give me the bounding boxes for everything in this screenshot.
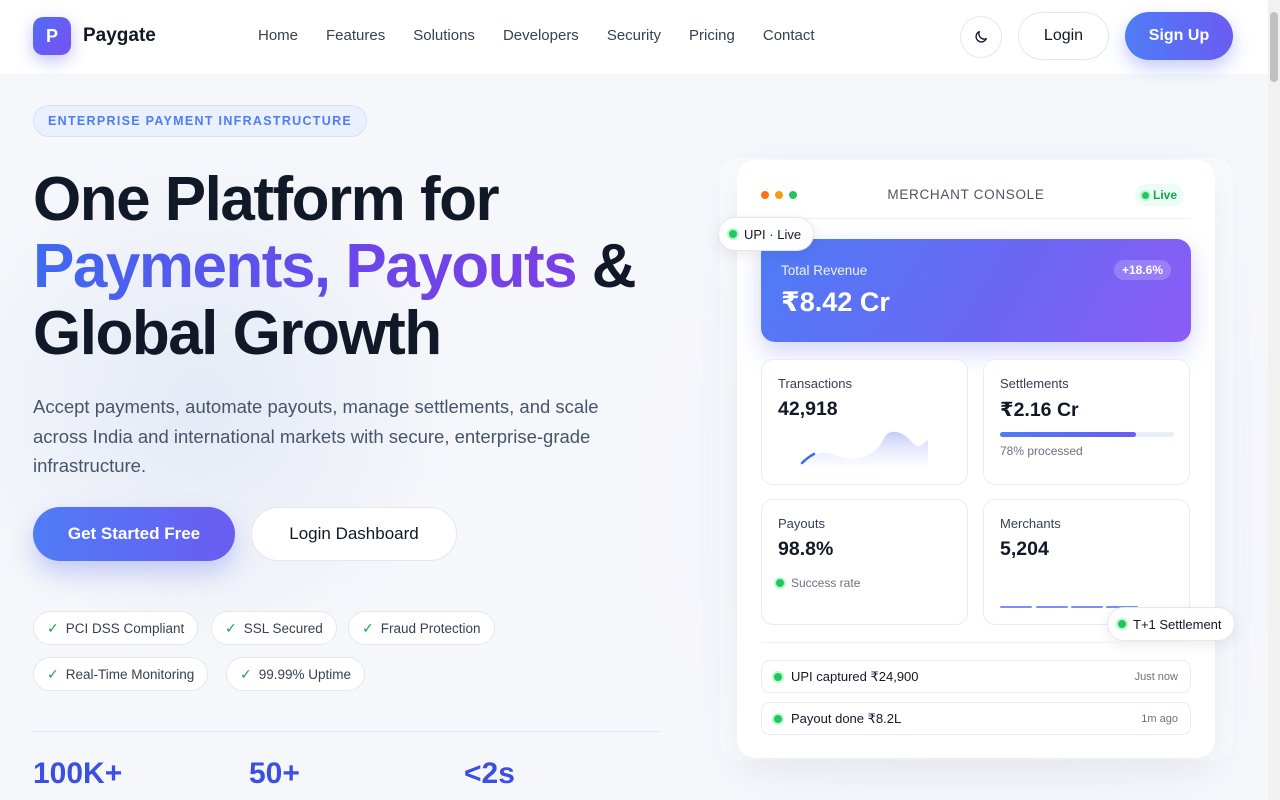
stat-speed: <2s bbox=[464, 757, 515, 790]
scrollbar-thumb[interactable] bbox=[1270, 12, 1278, 82]
moon-icon bbox=[975, 31, 987, 43]
nav-link-contact[interactable]: Contact bbox=[763, 27, 815, 44]
badge-ssl: ✓ SSL Secured bbox=[211, 611, 337, 645]
total-revenue-card: Total Revenue ₹8.42 Cr +18.6% bbox=[761, 239, 1191, 342]
success-dot-icon bbox=[776, 579, 784, 587]
settlements-progress-fill bbox=[1000, 432, 1136, 437]
badge-label: Fraud Protection bbox=[380, 620, 481, 636]
settlements-label: Settlements bbox=[1000, 376, 1069, 391]
nav-link-solutions[interactable]: Solutions bbox=[413, 27, 475, 44]
nav-link-security[interactable]: Security bbox=[607, 27, 661, 44]
revenue-label: Total Revenue bbox=[781, 263, 868, 278]
merchants-label: Merchants bbox=[1000, 516, 1061, 531]
nav-link-pricing[interactable]: Pricing bbox=[689, 27, 735, 44]
activity-time: 1m ago bbox=[1141, 712, 1178, 725]
settlements-progress-bar bbox=[1000, 432, 1174, 437]
feed-divider bbox=[761, 642, 1191, 643]
brand-name[interactable]: Paygate bbox=[83, 25, 156, 47]
payouts-card: Payouts 98.8% Success rate bbox=[761, 499, 968, 625]
live-status-badge: Live bbox=[1135, 184, 1185, 206]
activity-text: Payout done ₹8.2L bbox=[791, 710, 902, 726]
live-dot-icon bbox=[1142, 191, 1149, 199]
badge-label: PCI DSS Compliant bbox=[65, 620, 185, 636]
merchants-value: 5,204 bbox=[1000, 538, 1049, 560]
activity-dot-icon bbox=[774, 672, 782, 681]
settlements-card: Settlements ₹2.16 Cr 78% processed bbox=[983, 359, 1190, 485]
revenue-change-badge: +18.6% bbox=[1113, 260, 1171, 280]
hero-headline: One Platform for Payments, Payouts & Glo… bbox=[33, 165, 637, 368]
transactions-value: 42,918 bbox=[778, 398, 838, 420]
nav-link-features[interactable]: Features bbox=[326, 27, 385, 44]
top-navbar: P Paygate Home Features Solutions Develo… bbox=[0, 0, 1268, 74]
console-title: MERCHANT CONSOLE bbox=[887, 187, 1045, 202]
transactions-label: Transactions bbox=[778, 376, 852, 391]
activity-text: UPI captured ₹24,900 bbox=[791, 668, 919, 684]
transactions-card: Transactions 42,918 bbox=[761, 359, 968, 485]
payouts-label: Payouts bbox=[778, 516, 825, 531]
settlement-pill: T+1 Settlement bbox=[1107, 607, 1235, 641]
hero-subtitle: Accept payments, automate payouts, manag… bbox=[33, 396, 599, 476]
headline-highlight: Payments, Payouts bbox=[33, 232, 578, 301]
headline-line-2: Payments, Payouts & bbox=[33, 232, 637, 301]
check-icon: ✓ bbox=[240, 665, 252, 682]
payouts-success-row: Success rate bbox=[776, 576, 860, 590]
brand-logo[interactable]: P bbox=[33, 17, 71, 55]
activity-feed-item: UPI captured ₹24,900 Just now bbox=[761, 660, 1191, 693]
payouts-value: 98.8% bbox=[778, 538, 834, 560]
revenue-value: ₹8.42 Cr bbox=[781, 287, 890, 317]
check-icon: ✓ bbox=[47, 619, 59, 636]
badge-label: Real-Time Monitoring bbox=[65, 666, 195, 682]
get-started-button[interactable]: Get Started Free bbox=[33, 507, 235, 561]
stat-users: 100K+ bbox=[33, 757, 123, 790]
status-dot-icon bbox=[1118, 620, 1126, 628]
theme-toggle-button[interactable] bbox=[960, 16, 1002, 58]
login-dashboard-button[interactable]: Login Dashboard bbox=[251, 507, 457, 561]
payouts-note: Success rate bbox=[791, 576, 861, 590]
settlement-pill-label: T+1 Settlement bbox=[1133, 616, 1222, 632]
login-button[interactable]: Login bbox=[1018, 12, 1109, 60]
page-scrollbar[interactable] bbox=[1268, 0, 1280, 800]
settlements-value: ₹2.16 Cr bbox=[1000, 399, 1079, 421]
activity-dot-icon bbox=[774, 714, 782, 723]
transactions-sparkline bbox=[800, 431, 928, 468]
nav-link-developers[interactable]: Developers bbox=[503, 27, 579, 44]
headline-line-3: Global Growth bbox=[33, 299, 442, 368]
nav-links: Home Features Solutions Developers Secur… bbox=[258, 27, 843, 44]
upi-live-label: UPI · Live bbox=[744, 226, 802, 242]
check-icon: ✓ bbox=[225, 619, 237, 636]
nav-link-home[interactable]: Home bbox=[258, 27, 298, 44]
settlements-note: 78% processed bbox=[1000, 444, 1083, 458]
hero-eyebrow-badge: ENTERPRISE PAYMENT INFRASTRUCTURE bbox=[33, 105, 368, 137]
badge-label: 99.99% Uptime bbox=[258, 666, 352, 682]
badge-monitoring: ✓ Real-Time Monitoring bbox=[33, 657, 209, 691]
upi-live-pill: UPI · Live bbox=[718, 217, 815, 251]
console-header-divider bbox=[761, 218, 1191, 219]
activity-time: Just now bbox=[1134, 670, 1178, 683]
stats-divider bbox=[33, 731, 660, 732]
badge-pci-dss: ✓ PCI DSS Compliant bbox=[33, 611, 199, 645]
headline-ampersand: & bbox=[576, 232, 637, 301]
status-dot-icon bbox=[729, 230, 737, 238]
badge-uptime: ✓ 99.99% Uptime bbox=[226, 657, 366, 691]
badge-fraud-protection: ✓ Fraud Protection bbox=[348, 611, 495, 645]
badge-label: SSL Secured bbox=[243, 620, 323, 636]
live-label: Live bbox=[1153, 188, 1178, 202]
check-icon: ✓ bbox=[362, 619, 374, 636]
stat-countries: 50+ bbox=[249, 757, 300, 790]
check-icon: ✓ bbox=[47, 665, 59, 682]
activity-feed-item: Payout done ₹8.2L 1m ago bbox=[761, 702, 1191, 735]
signup-button[interactable]: Sign Up bbox=[1125, 12, 1233, 60]
headline-line-1: One Platform for bbox=[33, 165, 500, 234]
